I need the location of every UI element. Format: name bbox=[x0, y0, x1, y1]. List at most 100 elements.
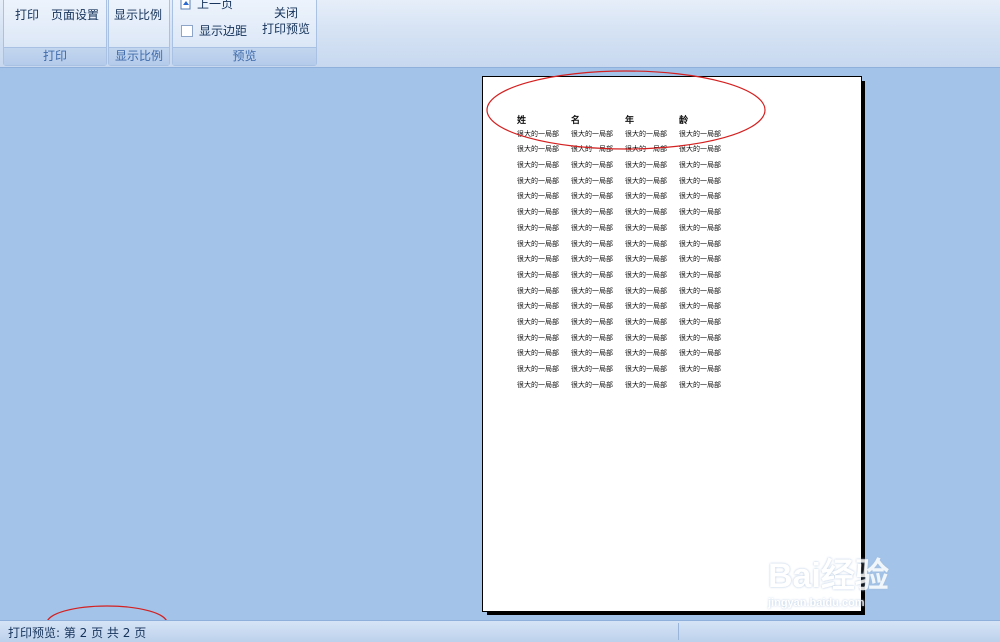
table-cell: 很大的一局部 bbox=[625, 223, 667, 232]
table-cell: 很大的一局部 bbox=[625, 365, 667, 373]
table-row: 很大的一局部 很大的一局部 很大的一局部 很大的一局部 bbox=[517, 239, 733, 255]
table-cell: 很大的一局部 bbox=[625, 192, 667, 201]
table-cell: 很大的一局部 bbox=[625, 208, 667, 217]
table-cell: 很大的一局部 bbox=[679, 365, 721, 373]
table-cell: 很大的一局部 bbox=[679, 270, 721, 279]
table-cell: 很大的一局部 bbox=[517, 349, 559, 358]
table-cell: 很大的一局部 bbox=[517, 302, 559, 311]
table-cell: 很大的一局部 bbox=[679, 286, 721, 295]
table-row: 很大的一局部 很大的一局部 很大的一局部 很大的一局部 bbox=[517, 223, 733, 239]
table-cell: 很大的一局部 bbox=[679, 349, 721, 358]
table-cell: 很大的一局部 bbox=[679, 176, 721, 185]
table-cell: 很大的一局部 bbox=[679, 302, 721, 311]
previous-page-label: 上一页 bbox=[197, 0, 234, 11]
table-row: 很大的一局部 很大的一局部 很大的一局部 很大的一局部 bbox=[517, 301, 733, 317]
table-cell: 很大的一局部 bbox=[679, 255, 721, 264]
table-cell: 很大的一局部 bbox=[517, 129, 559, 138]
table-row: 很大的一局部 很大的一局部 很大的一局部 很大的一局部 bbox=[517, 348, 733, 364]
watermark-brand: Bai经验 bbox=[768, 557, 889, 595]
status-bar: 打印预览: 第 2 页 共 2 页 bbox=[0, 620, 1000, 642]
status-page-info: 打印预览: 第 2 页 共 2 页 bbox=[8, 626, 147, 640]
table-cell: 很大的一局部 bbox=[679, 380, 721, 389]
table-row: 很大的一局部 很大的一局部 很大的一局部 很大的一局部 bbox=[517, 317, 733, 333]
previous-page-button[interactable]: 上一页 bbox=[179, 0, 233, 12]
preview-table: 姓 名 年 龄 很大的一局部 很大的一局部 很大的一局部 很大的一局部 很大的一局部 很大… bbox=[517, 113, 733, 395]
table-cell: 很大的一局部 bbox=[625, 255, 667, 264]
table-cell: 很大的一局部 bbox=[517, 286, 559, 295]
table-cell: 很大的一局部 bbox=[679, 145, 721, 154]
table-cell: 很大的一局部 bbox=[625, 145, 667, 154]
table-cell: 很大的一局部 bbox=[571, 317, 613, 326]
table-row: 很大的一局部 很大的一局部 很大的一局部 很大的一局部 bbox=[517, 333, 733, 349]
table-row: 很大的一局部 很大的一局部 很大的一局部 很大的一局部 bbox=[517, 160, 733, 176]
table-cell: 很大的一局部 bbox=[517, 208, 559, 217]
table-row: 很大的一局部 很大的一局部 很大的一局部 很大的一局部 bbox=[517, 207, 733, 223]
preview-group-label: 预览 bbox=[173, 47, 316, 65]
table-cell: 很大的一局部 bbox=[517, 192, 559, 201]
table-cell: 很大的一局部 bbox=[625, 129, 667, 138]
table-cell: 很大的一局部 bbox=[571, 349, 613, 358]
zoom-group: 显示比例 显示比例 bbox=[108, 0, 170, 66]
table-cell: 很大的一局部 bbox=[625, 286, 667, 295]
table-cell: 很大的一局部 bbox=[625, 161, 667, 170]
page-setup-button[interactable]: 页面设置 bbox=[51, 6, 99, 23]
table-cell: 很大的一局部 bbox=[517, 380, 559, 389]
print-group: 打印 页面设置 打印 bbox=[3, 0, 107, 66]
ribbon: 打印 页面设置 打印 显示比例 显示比例 上一页 显示边距 关闭 打印预览 预览 bbox=[0, 0, 1000, 68]
show-margins-checkbox[interactable]: 显示边距 bbox=[181, 22, 247, 39]
table-cell: 很大的一局部 bbox=[625, 270, 667, 279]
table-cell: 很大的一局部 bbox=[517, 317, 559, 326]
table-cell: 很大的一局部 bbox=[517, 333, 559, 342]
close-preview-line2: 打印预览 bbox=[261, 22, 310, 36]
table-row: 很大的一局部 很大的一局部 很大的一局部 很大的一局部 bbox=[517, 286, 733, 302]
table-cell: 很大的一局部 bbox=[625, 380, 667, 389]
table-cell: 很大的一局部 bbox=[625, 349, 667, 358]
status-divider bbox=[678, 623, 679, 640]
watermark-url: jingyan.baidu.com bbox=[768, 597, 865, 609]
close-preview-line1: 关闭 bbox=[273, 6, 298, 20]
table-cell: 很大的一局部 bbox=[679, 208, 721, 217]
table-row: 很大的一局部 很大的一局部 很大的一局部 很大的一局部 bbox=[517, 144, 733, 160]
table-header-row: 姓 名 年 龄 bbox=[517, 113, 733, 129]
table-cell: 很大的一局部 bbox=[517, 145, 559, 154]
print-button[interactable]: 打印 bbox=[15, 6, 39, 23]
table-cell: 很大的一局部 bbox=[625, 317, 667, 326]
table-cell: 很大的一局部 bbox=[571, 380, 613, 389]
table-cell: 很大的一局部 bbox=[571, 208, 613, 217]
table-row: 很大的一局部 很大的一局部 很大的一局部 很大的一局部 bbox=[517, 176, 733, 192]
table-cell: 很大的一局部 bbox=[571, 365, 613, 373]
table-row: 很大的一局部 很大的一局部 很大的一局部 很大的一局部 bbox=[517, 191, 733, 207]
table-row: 很大的一局部 很大的一局部 很大的一局部 很大的一局部 bbox=[517, 129, 733, 145]
print-group-label: 打印 bbox=[4, 47, 106, 65]
table-cell: 很大的一局部 bbox=[571, 255, 613, 264]
table-cell: 很大的一局部 bbox=[571, 176, 613, 185]
table-cell: 很大的一局部 bbox=[625, 333, 667, 342]
table-cell: 很大的一局部 bbox=[679, 129, 721, 138]
close-preview-button[interactable]: 关闭 打印预览 bbox=[258, 5, 314, 37]
table-cell: 很大的一局部 bbox=[679, 333, 721, 342]
table-cell: 很大的一局部 bbox=[517, 255, 559, 264]
table-row: 很大的一局部 很大的一局部 很大的一局部 很大的一局部 bbox=[517, 270, 733, 286]
table-cell: 很大的一局部 bbox=[625, 176, 667, 185]
previous-page-icon bbox=[179, 0, 193, 10]
preview-page: 姓 名 年 龄 很大的一局部 很大的一局部 很大的一局部 很大的一局部 很大的一局部 很大… bbox=[482, 76, 862, 612]
table-cell: 很大的一局部 bbox=[517, 176, 559, 185]
table-cell: 很大的一局部 bbox=[571, 192, 613, 201]
table-cell: 很大的一局部 bbox=[679, 192, 721, 201]
table-row: 很大的一局部 很大的一局部 很大的一局部 很大的一局部 bbox=[517, 380, 733, 396]
table-cell: 很大的一局部 bbox=[571, 302, 613, 311]
table-cell: 很大的一局部 bbox=[571, 286, 613, 295]
zoom-button[interactable]: 显示比例 bbox=[114, 6, 162, 23]
table-cell: 很大的一局部 bbox=[517, 223, 559, 232]
table-cell: 很大的一局部 bbox=[571, 333, 613, 342]
table-cell: 很大的一局部 bbox=[571, 161, 613, 170]
table-row: 很大的一局部 很大的一局部 很大的一局部 很大的一局部 bbox=[517, 254, 733, 270]
table-cell: 很大的一局部 bbox=[679, 239, 721, 248]
zoom-group-label: 显示比例 bbox=[109, 47, 169, 65]
table-row: 很大的一局部 很大的一局部 很大的一局部 很大的一局部 bbox=[517, 364, 733, 380]
table-cell: 很大的一局部 bbox=[679, 223, 721, 232]
preview-group: 上一页 显示边距 关闭 打印预览 预览 bbox=[172, 0, 317, 66]
table-cell: 很大的一局部 bbox=[571, 239, 613, 248]
show-margins-label: 显示边距 bbox=[199, 24, 248, 38]
table-cell: 很大的一局部 bbox=[571, 145, 613, 154]
